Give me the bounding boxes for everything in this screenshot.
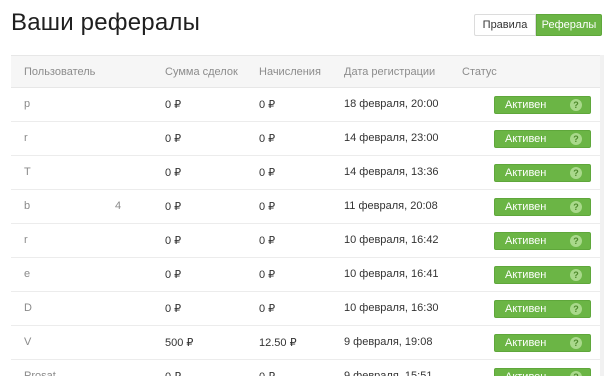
help-icon[interactable]: ? <box>570 269 582 281</box>
user-name[interactable]: D <box>24 302 32 314</box>
table-row: e 0 ₽ 0 ₽ 10 февраля, 16:41 Активен? <box>11 258 604 292</box>
table-row: V 500 ₽ 12.50 ₽ 9 февраля, 19:08 Активен? <box>11 326 604 360</box>
accruals: 12.50 ₽ <box>259 337 297 349</box>
deals-sum: 0 ₽ <box>165 133 182 145</box>
registration-date: 9 февраля, 15:51 <box>344 370 433 376</box>
status-label: Активен <box>505 201 547 213</box>
deals-sum: 0 ₽ <box>165 99 182 111</box>
table-row: b 4 0 ₽ 0 ₽ 11 февраля, 20:08 Активен? <box>11 190 604 224</box>
status-label: Активен <box>505 167 547 179</box>
accruals: 0 ₽ <box>259 201 276 213</box>
accruals: 0 ₽ <box>259 167 276 179</box>
registration-date: 11 февраля, 20:08 <box>344 200 438 212</box>
status-label: Активен <box>505 337 547 349</box>
status-button[interactable]: Активен? <box>494 198 591 216</box>
status-label: Активен <box>505 303 547 315</box>
help-icon[interactable]: ? <box>570 337 582 349</box>
table-row: Prosat 0 ₽ 0 ₽ 9 февраля, 15:51 Активен? <box>11 360 604 376</box>
tab-rules[interactable]: Правила <box>474 14 536 36</box>
deals-sum: 0 ₽ <box>165 370 181 376</box>
referrals-table: Пользователь Сумма сделок Начисления Дат… <box>11 55 604 376</box>
deals-sum: 0 ₽ <box>165 201 182 213</box>
status-label: Активен <box>505 133 547 145</box>
table-header: Пользователь Сумма сделок Начисления Дат… <box>11 55 604 88</box>
column-header-registration-date: Дата регистрации <box>344 66 436 78</box>
help-icon[interactable]: ? <box>570 235 582 247</box>
table-row: T 0 ₽ 0 ₽ 14 февраля, 13:36 Активен? <box>11 156 604 190</box>
status-button[interactable]: Активен? <box>494 334 591 352</box>
registration-date: 14 февраля, 13:36 <box>344 166 439 178</box>
help-icon[interactable]: ? <box>570 167 582 179</box>
registration-date: 9 февраля, 19:08 <box>344 336 433 348</box>
column-header-status: Статус <box>462 66 497 78</box>
user-name[interactable]: b <box>24 200 30 212</box>
accruals: 0 ₽ <box>259 133 276 145</box>
status-label: Активен <box>505 269 547 281</box>
accruals: 0 ₽ <box>259 370 275 376</box>
user-name[interactable]: e <box>24 268 30 280</box>
accruals: 0 ₽ <box>259 269 276 281</box>
table-row: D 0 ₽ 0 ₽ 10 февраля, 16:30 Активен? <box>11 292 604 326</box>
deals-sum: 0 ₽ <box>165 167 182 179</box>
deals-sum: 0 ₽ <box>165 235 182 247</box>
table-row: r 0 ₽ 0 ₽ 14 февраля, 23:00 Активен? <box>11 122 604 156</box>
user-name[interactable]: p <box>24 98 30 110</box>
accruals: 0 ₽ <box>259 99 276 111</box>
user-name[interactable]: Prosat <box>24 370 56 376</box>
registration-date: 10 февраля, 16:42 <box>344 234 439 246</box>
table-row: p 0 ₽ 0 ₽ 18 февраля, 20:00 Активен? <box>11 88 604 122</box>
tabs: Правила Рефералы <box>474 14 602 36</box>
registration-date: 18 февраля, 20:00 <box>344 98 439 110</box>
status-button[interactable]: Активен? <box>494 130 591 148</box>
user-name[interactable]: V <box>24 336 31 348</box>
accruals: 0 ₽ <box>259 235 276 247</box>
scrollbar[interactable] <box>600 55 604 376</box>
status-label: Активен <box>505 371 546 376</box>
user-name[interactable]: r <box>24 234 28 246</box>
registration-date: 10 февраля, 16:41 <box>344 268 439 280</box>
table-row: r 0 ₽ 0 ₽ 10 февраля, 16:42 Активен? <box>11 224 604 258</box>
status-button[interactable]: Активен? <box>494 164 591 182</box>
help-icon[interactable]: ? <box>570 133 582 145</box>
status-label: Активен <box>505 99 547 111</box>
help-icon[interactable]: ? <box>570 371 582 376</box>
user-name[interactable]: T <box>24 166 31 178</box>
tab-referrals[interactable]: Рефералы <box>536 14 602 36</box>
registration-date: 14 февраля, 23:00 <box>344 132 439 144</box>
status-button[interactable]: Активен? <box>494 96 591 114</box>
deals-sum: 500 ₽ <box>165 337 194 349</box>
user-name[interactable]: r <box>24 132 28 144</box>
user-extra: 4 <box>115 200 122 212</box>
column-header-user: Пользователь <box>24 66 96 78</box>
status-button[interactable]: Активен? <box>494 266 591 284</box>
status-label: Активен <box>505 235 547 247</box>
page-title: Ваши рефералы <box>11 9 201 36</box>
help-icon[interactable]: ? <box>570 99 582 111</box>
column-header-deals: Сумма сделок <box>165 66 238 78</box>
deals-sum: 0 ₽ <box>165 303 182 315</box>
help-icon[interactable]: ? <box>570 201 582 213</box>
status-button[interactable]: Активен? <box>494 300 591 318</box>
registration-date: 10 февраля, 16:30 <box>344 302 439 314</box>
column-header-accruals: Начисления <box>259 66 321 78</box>
deals-sum: 0 ₽ <box>165 269 182 281</box>
accruals: 0 ₽ <box>259 303 276 315</box>
help-icon[interactable]: ? <box>570 303 582 315</box>
status-button[interactable]: Активен? <box>494 368 591 376</box>
status-button[interactable]: Активен? <box>494 232 591 250</box>
